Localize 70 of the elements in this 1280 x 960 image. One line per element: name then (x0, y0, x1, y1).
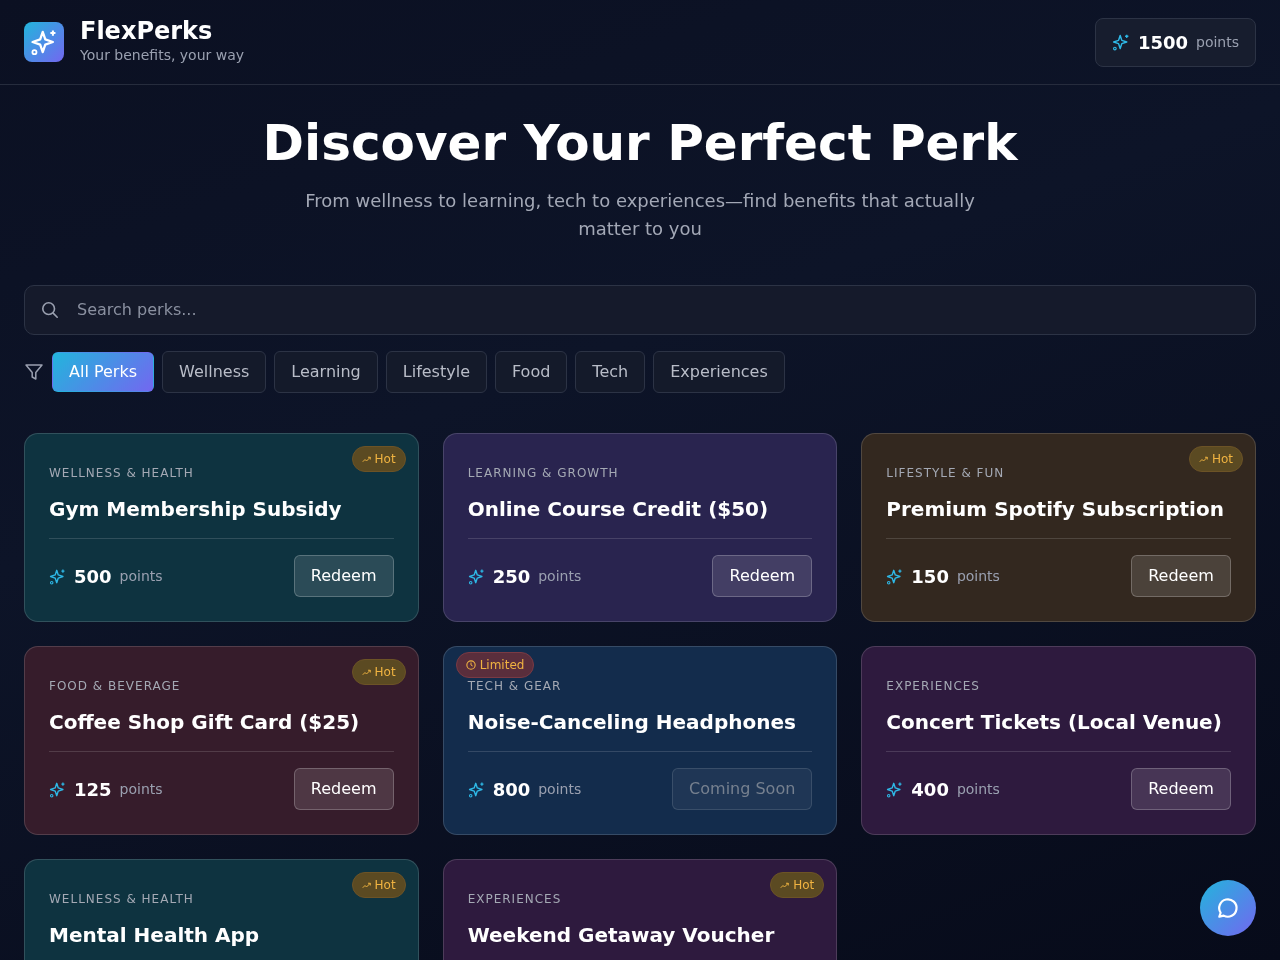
redeem-button[interactable]: Redeem (1131, 768, 1231, 810)
trending-icon (361, 454, 371, 464)
redeem-button[interactable]: Redeem (293, 768, 394, 810)
points-value: 800 (492, 777, 531, 802)
filter-tab[interactable]: Tech (575, 351, 646, 393)
points-value: 500 (74, 564, 112, 589)
perk-category: TECH & GEAR (467, 678, 563, 695)
points-label: points (538, 779, 582, 799)
brand-name: FlexPerks (80, 18, 214, 45)
points-label: points (956, 779, 1000, 799)
search-input[interactable]: Search perks... (75, 297, 1239, 323)
points-balance: 1500 points (1094, 17, 1256, 67)
perk-title: Gym Membership Subsidy (49, 496, 343, 522)
hero-subtitle: From wellness to learning, tech to experiences—find benefits that actually matter to you (304, 189, 976, 241)
chat-icon (1215, 895, 1241, 921)
perk-title: Noise-Canceling Headphones (467, 709, 797, 735)
sparkle-icon (886, 780, 904, 798)
perk-title: Mental Health App (49, 922, 261, 948)
hero-title: Discover Your Perfect Perk (261, 113, 1019, 173)
brand-tagline: Your benefits, your way (80, 45, 245, 65)
trending-icon (361, 880, 371, 890)
trending-icon (361, 667, 371, 677)
points-label: points (119, 566, 163, 586)
points-label: points (119, 779, 163, 799)
perk-category: FOOD & BEVERAGE (49, 678, 182, 695)
hot-badge: Hot (1188, 446, 1243, 472)
chat-button[interactable] (1200, 880, 1256, 936)
perk-category: LIFESTYLE & FUN (886, 465, 1006, 482)
perk-title: Concert Tickets (Local Venue) (886, 709, 1223, 735)
hot-badge: Hot (351, 659, 406, 685)
perk-category: EXPERIENCES (467, 891, 563, 908)
clock-icon (465, 660, 476, 670)
filter-tab[interactable]: Wellness (162, 351, 267, 393)
trending-icon (780, 880, 790, 890)
perk-title: Online Course Credit ($50) (467, 496, 770, 522)
perk-title: Weekend Getaway Voucher (467, 922, 776, 948)
sparkle-icon (1111, 33, 1130, 51)
sparkle-icon (467, 780, 485, 798)
filter-tab[interactable]: Experiences (653, 351, 785, 393)
perk-title: Premium Spotify Subscription (886, 496, 1225, 522)
filter-tab[interactable]: Lifestyle (385, 351, 487, 393)
perk-category: WELLNESS & HEALTH (49, 465, 195, 482)
perk-category: EXPERIENCES (886, 678, 981, 695)
hot-badge: Hot (351, 872, 406, 898)
points-value: 250 (492, 564, 531, 589)
filter-icon (24, 362, 44, 382)
perk-title: Coffee Shop Gift Card ($25) (49, 709, 361, 735)
limited-badge: Limited (455, 652, 535, 678)
filter-tab[interactable]: Food (495, 351, 568, 393)
hot-badge: Hot (351, 446, 406, 472)
redeem-button[interactable]: Redeem (712, 555, 813, 597)
points-label: points (538, 566, 582, 586)
logo-icon (24, 22, 64, 62)
points-value: 400 (911, 777, 949, 802)
sparkle-icon (49, 780, 66, 798)
sparkle-icon (49, 567, 66, 585)
redeem-button[interactable]: Redeem (1131, 555, 1231, 597)
sparkle-icon (886, 567, 904, 585)
perk-category: LEARNING & GROWTH (467, 465, 620, 482)
points-value: 150 (911, 564, 949, 589)
search-field[interactable]: Search perks... (24, 285, 1256, 335)
hot-badge: Hot (770, 872, 825, 898)
perk-category: WELLNESS & HEALTH (49, 891, 195, 908)
points-value: 125 (74, 777, 112, 802)
sparkle-icon (467, 567, 485, 585)
filter-tab[interactable]: Learning (274, 351, 378, 393)
points-label: points (956, 566, 1000, 586)
search-icon (41, 301, 59, 319)
redeem-button[interactable]: Redeem (293, 555, 394, 597)
trending-icon (1198, 454, 1208, 464)
